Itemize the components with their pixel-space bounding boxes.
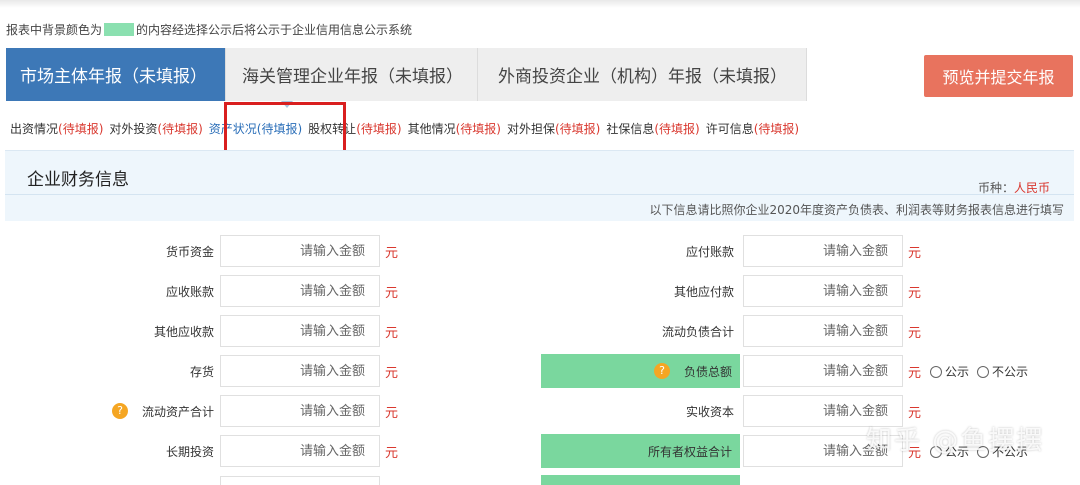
disclose-private-option[interactable]: 不公示 <box>977 363 1028 380</box>
unit-label: 元 <box>385 285 399 301</box>
field-label: 其他应付款 <box>541 274 734 308</box>
unit-label: 元 <box>908 325 922 341</box>
field-label-text: 其他应付款 <box>673 284 734 299</box>
color-swatch <box>104 23 135 36</box>
field-label: 存货 <box>100 354 214 388</box>
amount-input[interactable] <box>743 235 903 267</box>
fill-instructions: 以下信息请比照你企业2020年度资产负债表、利润表等财务报表信息进行填写 <box>649 203 1064 217</box>
field-label-text: 所有者权益合计 <box>647 444 732 459</box>
radio-private[interactable] <box>977 365 990 378</box>
unit-label: 元 <box>385 445 399 461</box>
field-label: 应收账款 <box>100 274 214 308</box>
top-border <box>0 0 1080 8</box>
disclosure-options: 公示 不公示 <box>930 354 1036 388</box>
unit-label: 元 <box>908 365 922 381</box>
section-nav-item[interactable]: 对外担保(待填报) <box>507 120 600 137</box>
preview-submit-button[interactable]: 预览并提交年报 <box>924 55 1073 97</box>
unit-label: 元 <box>908 285 922 301</box>
amount-input[interactable] <box>743 275 903 307</box>
field-label: ? 负债总额 <box>541 354 740 388</box>
field-label-text: 实收资本 <box>685 404 734 419</box>
tab-foreign-investment-report[interactable]: 外商投资企业（机构）年报（未填报） <box>478 48 807 101</box>
field-label-text: 流动资产合计 <box>141 404 214 419</box>
field-label-text: 应付账款 <box>685 244 734 259</box>
watermark: 知乎 @鱼摆摆 <box>866 426 1045 456</box>
partial-row-highlight <box>541 475 740 485</box>
help-icon[interactable]: ? <box>111 403 128 419</box>
unit-label: 元 <box>385 365 399 381</box>
field-label: 长期投资 <box>100 434 214 468</box>
report-tabs: 市场主体年报（未填报） 海关管理企业年报（未填报） 外商投资企业（机构）年报（未… <box>6 48 807 101</box>
section-nav-item[interactable]: 其他情况(待填报) <box>408 120 501 137</box>
finance-section-header: 企业财务信息 币种：人民币 以下信息请比照你企业2020年度资产负债表、利润表等… <box>5 150 1074 221</box>
field-label: 应付账款 <box>541 234 734 268</box>
radio-public-label: 公示 <box>945 364 970 379</box>
field-label: 其他应收款 <box>100 314 214 348</box>
unit-label: 元 <box>385 405 399 421</box>
help-icon[interactable]: ? <box>653 363 670 379</box>
field-label-text: 存货 <box>189 364 214 379</box>
unit-label: 元 <box>908 245 922 261</box>
public-disclosure-notice: 报表中背景颜色为 的内容经选择公示后将公示于企业信用信息公示系统 <box>6 23 413 37</box>
section-title: 企业财务信息 <box>27 170 129 190</box>
section-nav-item[interactable]: 出资情况(待填报) <box>10 120 103 137</box>
field-label-text: 应收账款 <box>165 284 214 299</box>
field-label-text: 长期投资 <box>165 444 214 459</box>
amount-input[interactable] <box>743 315 903 347</box>
disclose-public-option[interactable]: 公示 <box>930 363 969 380</box>
field-label-text: 负债总额 <box>683 364 732 379</box>
field-label: 所有者权益合计 <box>541 434 740 468</box>
field-label: 货币资金 <box>100 234 214 268</box>
section-nav-item[interactable]: 许可信息(待填报) <box>706 120 799 137</box>
field-label-text: 其他应收款 <box>153 324 214 339</box>
tab-market-entity-report[interactable]: 市场主体年报（未填报） <box>6 48 226 101</box>
field-label: 实收资本 <box>541 394 734 428</box>
section-divider <box>5 194 1074 195</box>
partial-row-input <box>220 476 380 485</box>
tab-customs-report[interactable]: 海关管理企业年报（未填报） <box>226 48 478 101</box>
radio-public[interactable] <box>930 365 942 378</box>
highlight-annotation-box <box>224 102 346 156</box>
section-nav-item[interactable]: 社保信息(待填报) <box>606 120 699 137</box>
section-nav: 出资情况(待填报) 对外投资(待填报) 资产状况(待填报) 股权转让(待填报) 其他情况… <box>10 120 805 137</box>
unit-label: 元 <box>385 245 399 261</box>
radio-private-label: 不公示 <box>992 364 1029 379</box>
amount-input[interactable] <box>220 395 380 427</box>
amount-input[interactable] <box>220 315 380 347</box>
amount-input[interactable] <box>743 355 903 387</box>
amount-input[interactable] <box>220 355 380 387</box>
amount-input[interactable] <box>220 235 380 267</box>
unit-label: 元 <box>385 325 399 341</box>
amount-input[interactable] <box>220 435 380 467</box>
field-label: ? 流动资产合计 <box>100 394 214 428</box>
amount-input[interactable] <box>220 275 380 307</box>
field-label: 流动负债合计 <box>541 314 734 348</box>
field-label-text: 流动负债合计 <box>661 324 734 339</box>
section-nav-item[interactable]: 对外投资(待填报) <box>109 120 202 137</box>
field-label-text: 货币资金 <box>165 244 214 259</box>
